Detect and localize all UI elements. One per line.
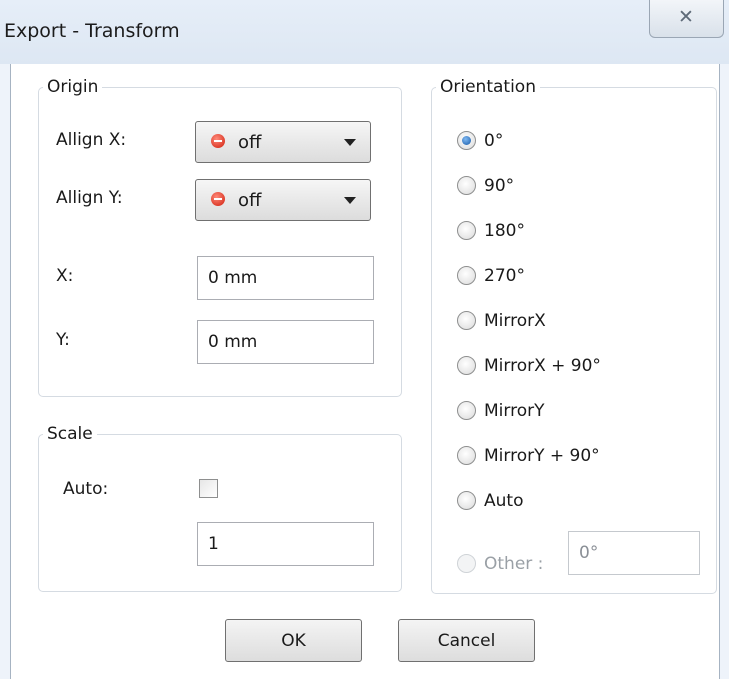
scale-field[interactable] — [197, 522, 374, 566]
y-input[interactable] — [198, 321, 373, 363]
radio-selected[interactable] — [457, 131, 476, 150]
close-button[interactable]: ✕ — [649, 0, 724, 38]
radio-other[interactable] — [457, 554, 476, 573]
radio-label: MirrorX + 90° — [484, 356, 601, 376]
origin-legend: Origin — [43, 76, 103, 98]
radio-label: 0° — [484, 131, 504, 151]
cancel-button[interactable]: Cancel — [398, 619, 535, 662]
x-field[interactable] — [197, 256, 374, 300]
dialog-body: Origin Allign X: off Allign Y: off X: Y:… — [10, 64, 720, 679]
radio[interactable] — [457, 176, 476, 195]
allign-y-select[interactable]: off — [195, 179, 371, 221]
dialog-window: Export - Transform ✕ Origin Allign X: of… — [0, 0, 729, 679]
ok-button[interactable]: OK — [225, 619, 362, 662]
radio[interactable] — [457, 311, 476, 330]
x-input[interactable] — [198, 257, 373, 299]
scale-group: Scale — [38, 423, 402, 592]
y-field[interactable] — [197, 320, 374, 364]
radio-label: MirrorY + 90° — [484, 446, 600, 466]
other-angle-input[interactable] — [569, 532, 699, 574]
auto-scale-label: Auto: — [63, 479, 109, 499]
allign-y-value: off — [238, 190, 262, 211]
radio-other-label: Other : — [484, 554, 544, 574]
radio-label: 270° — [484, 266, 525, 286]
radio-label: MirrorY — [484, 401, 545, 421]
close-icon: ✕ — [678, 6, 694, 28]
allign-y-label: Allign Y: — [56, 188, 123, 208]
y-label: Y: — [56, 330, 70, 350]
stop-icon — [211, 134, 225, 148]
auto-scale-checkbox[interactable] — [199, 479, 218, 498]
window-title: Export - Transform — [4, 20, 180, 42]
radio-label: MirrorX — [484, 311, 546, 331]
radio-label: 90° — [484, 176, 515, 196]
allign-x-label: Allign X: — [56, 130, 127, 150]
radio[interactable] — [457, 266, 476, 285]
radio-label: 180° — [484, 221, 525, 241]
x-label: X: — [56, 266, 74, 286]
stop-icon — [211, 192, 225, 206]
allign-x-value: off — [238, 132, 262, 153]
scale-input[interactable] — [198, 523, 373, 565]
radio[interactable] — [457, 401, 476, 420]
orientation-legend: Orientation — [436, 76, 540, 98]
other-angle-field[interactable] — [568, 531, 700, 575]
radio-label: Auto — [484, 491, 524, 511]
radio[interactable] — [457, 221, 476, 240]
radio[interactable] — [457, 491, 476, 510]
orientation-group: Orientation — [431, 76, 717, 594]
scale-legend: Scale — [43, 423, 97, 445]
radio[interactable] — [457, 356, 476, 375]
allign-x-select[interactable]: off — [195, 121, 371, 163]
chevron-down-icon — [344, 197, 356, 204]
radio[interactable] — [457, 446, 476, 465]
title-bar: Export - Transform ✕ — [0, 0, 729, 64]
chevron-down-icon — [344, 139, 356, 146]
